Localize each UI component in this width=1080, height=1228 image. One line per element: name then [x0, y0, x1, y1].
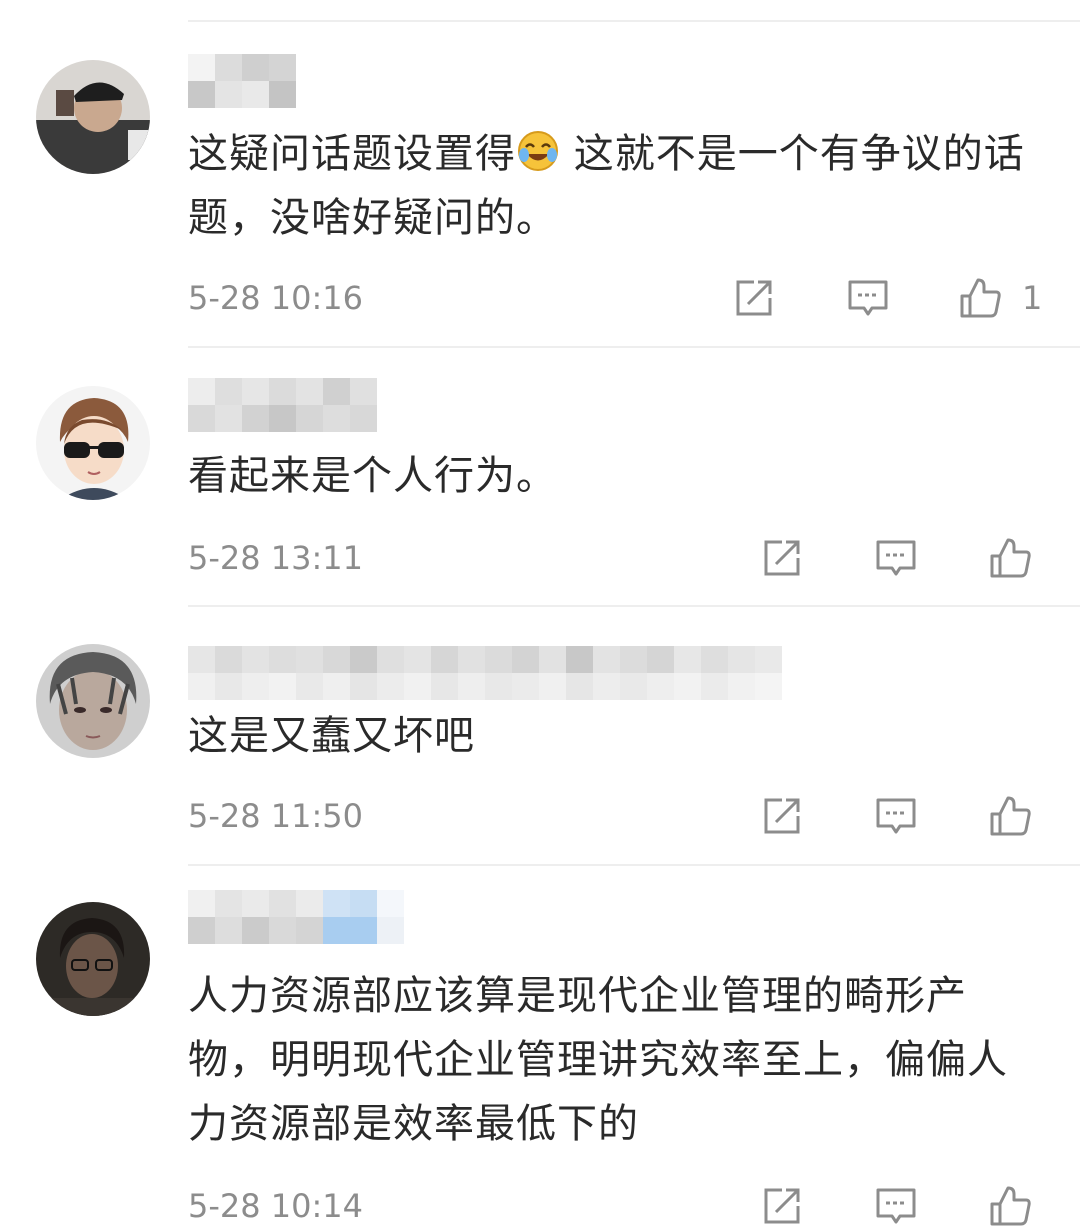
username-blurred[interactable] — [188, 54, 296, 108]
reply-button[interactable] — [874, 794, 918, 838]
comment-icon — [876, 540, 916, 576]
laughing-crying-emoji-icon — [516, 128, 560, 172]
thumbs-up-icon — [990, 538, 1031, 578]
share-button[interactable] — [760, 1184, 804, 1228]
like-button[interactable] — [988, 536, 1032, 580]
comment-item: 这疑问话题设置得 这就不是一个有争议的话题，没啥好疑问的。 5-28 10:16… — [0, 0, 1080, 350]
comment-text: 这疑问话题设置得 这就不是一个有争议的话题，没啥好疑问的。 — [188, 122, 1048, 250]
comment-icon — [876, 798, 916, 834]
comment-divider — [188, 346, 1080, 348]
username-blurred[interactable] — [188, 646, 782, 700]
avatar[interactable] — [36, 644, 150, 758]
comment-icon — [848, 280, 888, 316]
share-button[interactable] — [760, 536, 804, 580]
like-button[interactable] — [988, 1184, 1032, 1228]
comment-time: 5-28 11:50 — [188, 797, 364, 835]
share-button[interactable] — [760, 794, 804, 838]
username-blurred[interactable] — [188, 890, 404, 944]
comment-item: 人力资源部应该算是现代企业管理的畸形产物，明明现代企业管理讲究效率至上，偏偏人力… — [0, 866, 1080, 1226]
share-icon — [764, 540, 800, 576]
username-blurred[interactable] — [188, 378, 377, 432]
avatar[interactable] — [36, 902, 150, 1016]
avatar[interactable] — [36, 386, 150, 500]
comment-text: 人力资源部应该算是现代企业管理的畸形产物，明明现代企业管理讲究效率至上，偏偏人力… — [188, 973, 1008, 1147]
comment-text: 这是又蠢又坏吧 — [188, 713, 475, 759]
like-button[interactable] — [988, 794, 1032, 838]
share-icon — [736, 280, 772, 316]
like-button[interactable] — [958, 276, 1002, 320]
reply-button[interactable] — [874, 1184, 918, 1228]
comment-time: 5-28 13:11 — [188, 539, 364, 577]
comment-time: 5-28 10:14 — [188, 1187, 364, 1225]
comment-divider — [188, 605, 1080, 607]
comment-text: 看起来是个人行为。 — [188, 453, 557, 499]
comment-time: 5-28 10:16 — [188, 279, 364, 317]
share-button[interactable] — [732, 276, 776, 320]
share-icon — [764, 798, 800, 834]
comment-icon — [876, 1188, 916, 1224]
thumbs-up-icon — [960, 278, 1001, 318]
like-count: 1 — [1022, 279, 1043, 317]
share-icon — [764, 1188, 800, 1224]
reply-button[interactable] — [874, 536, 918, 580]
comment-item: 这是又蠢又坏吧 5-28 11:50 — [0, 608, 1080, 866]
reply-button[interactable] — [846, 276, 890, 320]
comment-item: 看起来是个人行为。 5-28 13:11 — [0, 350, 1080, 608]
thumbs-up-icon — [990, 1186, 1031, 1226]
avatar[interactable] — [36, 60, 150, 174]
thumbs-up-icon — [990, 796, 1031, 836]
